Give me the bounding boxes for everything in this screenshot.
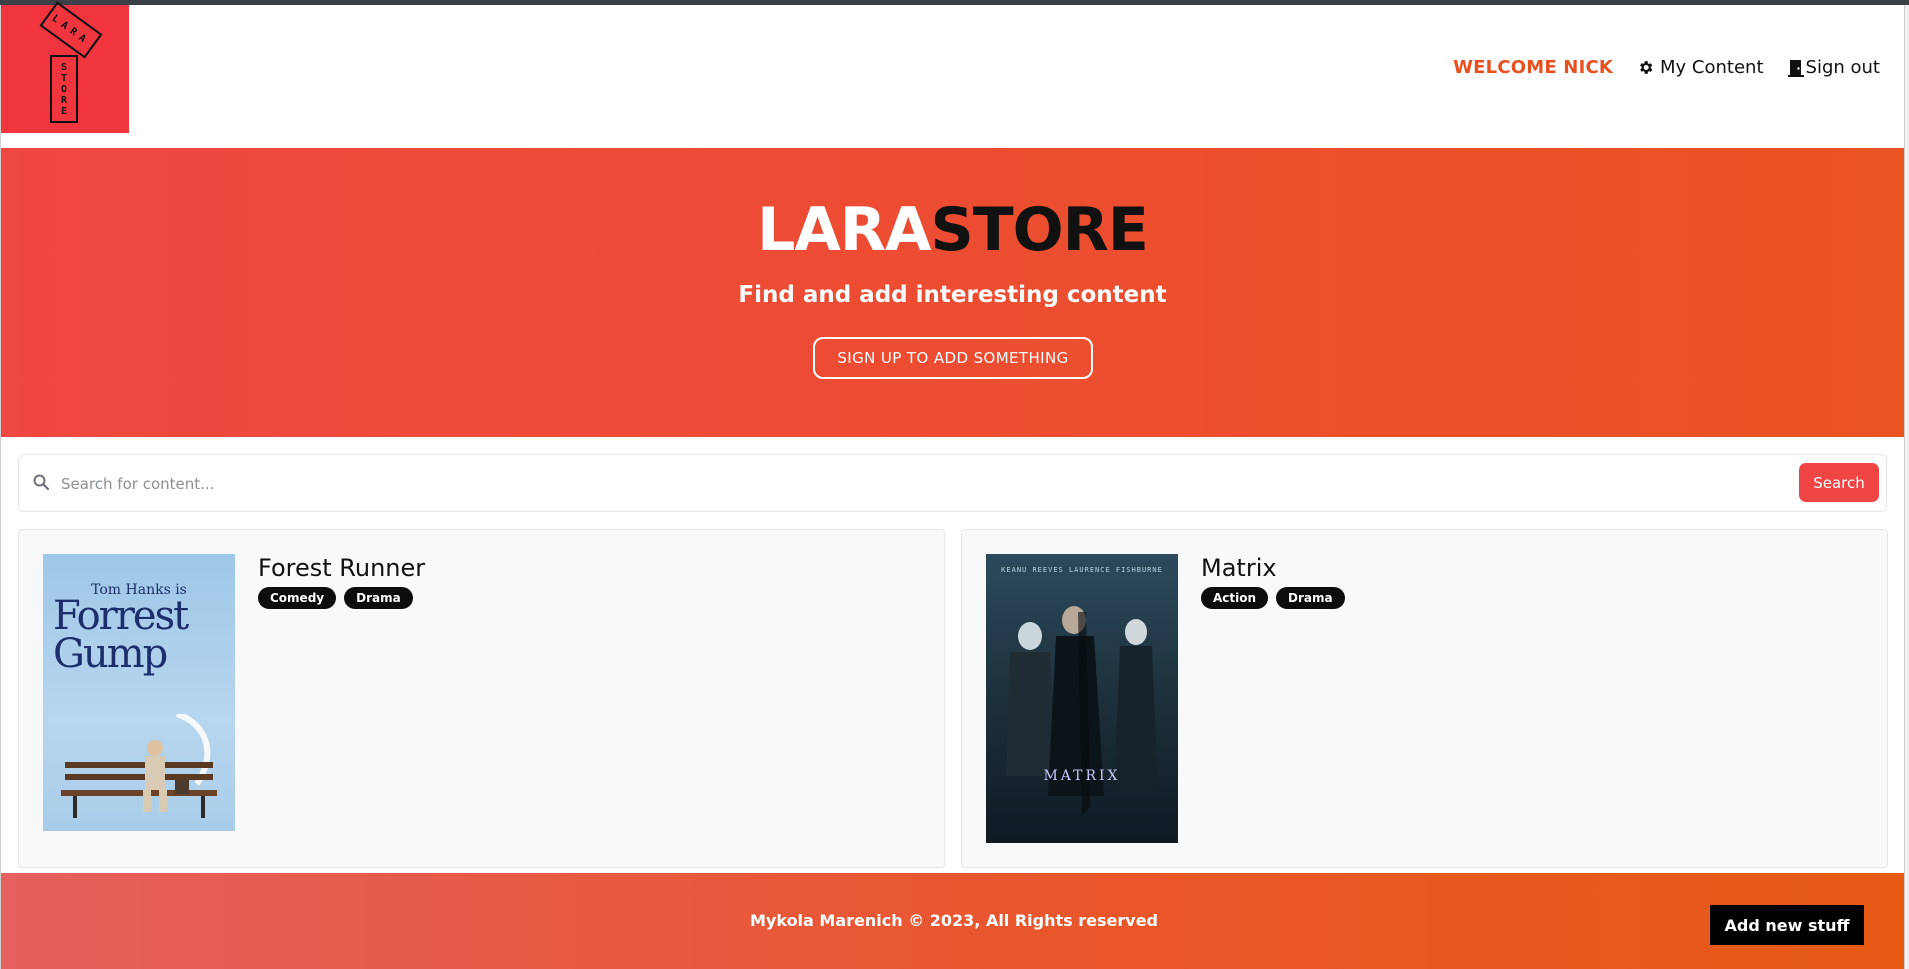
site-logo[interactable]: LARA S T O R E	[1, 1, 129, 133]
search-button[interactable]: Search	[1799, 463, 1879, 502]
search-icon	[33, 474, 49, 490]
add-new-stuff-button[interactable]: Add new stuff	[1710, 905, 1864, 945]
gear-icon	[1640, 61, 1653, 74]
site-header: LARA S T O R E WELCOME NICK My Content S…	[1, 1, 1904, 148]
top-nav: WELCOME NICK My Content Sign out	[1453, 57, 1880, 78]
bench-illustration	[61, 714, 217, 818]
hero-subtitle: Find and add interesting content	[738, 282, 1167, 308]
search-input[interactable]	[59, 465, 1763, 503]
hero-title-store: STORE	[930, 195, 1148, 265]
poster-title: MATRIX	[1043, 768, 1121, 784]
scrollbar-track[interactable]	[1904, 5, 1909, 969]
sign-out-link[interactable]: Sign out	[1787, 57, 1880, 78]
my-content-label: My Content	[1660, 57, 1764, 78]
figures-illustration	[1006, 606, 1158, 816]
tag-list: Action Drama	[1201, 587, 1345, 609]
card-title[interactable]: Forest Runner	[258, 554, 425, 582]
search-bar: Search	[18, 454, 1887, 512]
tag-badge[interactable]: Comedy	[258, 587, 337, 609]
content-card[interactable]: KEANU REEVES LAURENCE FISHBURNE MATRIX M…	[961, 529, 1888, 868]
site-footer: Mykola Marenich © 2023, All Rights reser…	[1, 873, 1904, 969]
tag-badge[interactable]: Drama	[1276, 587, 1345, 609]
welcome-text: WELCOME NICK	[1453, 57, 1614, 78]
poster-credits: KEANU REEVES LAURENCE FISHBURNE	[1001, 566, 1163, 574]
tag-badge[interactable]: Action	[1201, 587, 1269, 609]
door-icon	[1787, 59, 1804, 77]
hero-title-lara: LARA	[757, 195, 931, 265]
tag-list: Comedy Drama	[258, 587, 413, 609]
poster-image: KEANU REEVES LAURENCE FISHBURNE MATRIX	[986, 554, 1178, 843]
sign-out-label: Sign out	[1805, 57, 1880, 78]
hero-title: LARASTORE	[1, 200, 1904, 260]
signup-cta-button[interactable]: SIGN UP TO ADD SOMETHING	[813, 337, 1093, 379]
poster-image: Tom Hanks is Forrest Gump	[43, 554, 235, 831]
logo-tag-lara: LARA	[39, 1, 103, 59]
hero-banner: LARASTORE Find and add interesting conte…	[1, 148, 1904, 437]
poster-title-line1: Forrest	[53, 593, 189, 639]
card-title[interactable]: Matrix	[1201, 554, 1277, 582]
tag-badge[interactable]: Drama	[344, 587, 413, 609]
logo-tag-store: S T O R E	[50, 55, 78, 123]
copyright-text: Mykola Marenich © 2023, All Rights reser…	[750, 911, 1158, 930]
poster-title-line2: Gump	[53, 631, 168, 677]
content-card[interactable]: Tom Hanks is Forrest Gump Forest Runner …	[18, 529, 945, 868]
my-content-link[interactable]: My Content	[1637, 57, 1764, 78]
